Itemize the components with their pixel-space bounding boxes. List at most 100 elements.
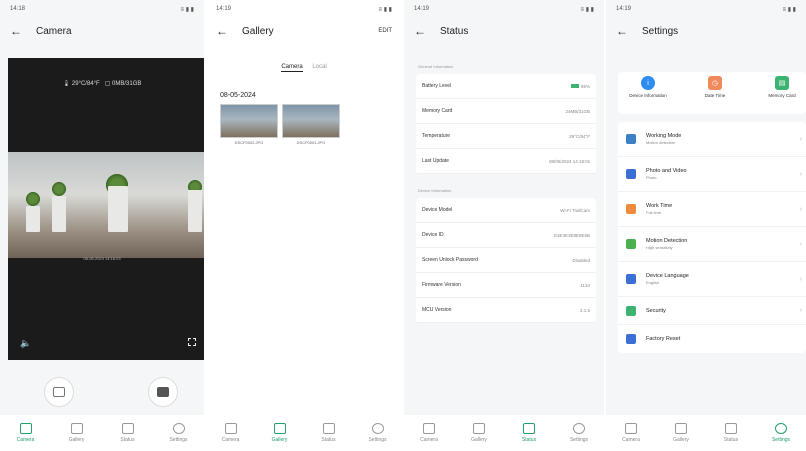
tab-bar: Camera Gallery Status Settings [606, 415, 806, 451]
settings-item-device-language[interactable]: Device Language English › [618, 262, 806, 297]
item-subtitle: Photo [646, 175, 657, 180]
tab-status[interactable]: Status [511, 423, 547, 443]
tab-gallery[interactable]: Gallery [663, 423, 699, 443]
settings-item-photo-video[interactable]: Photo and Video Photo › [618, 157, 806, 192]
info-key: MCU Version [422, 307, 452, 313]
tab-label: Settings [169, 437, 188, 443]
camera-header: ← Camera [0, 18, 204, 44]
item-subtitle: High sensitivity [646, 245, 673, 250]
settings-tab-icon [573, 423, 585, 434]
tab-label: Status [521, 437, 537, 443]
status-screen: 14:19 ≡ ▮ ▮ ← Status General Information … [404, 0, 604, 451]
page-title: Gallery [242, 25, 274, 37]
shield-icon [626, 305, 636, 316]
info-key: Device ID [422, 232, 444, 238]
photo-thumbnail[interactable] [282, 104, 340, 138]
status-icons: ≡ ▮ ▮ [180, 6, 194, 13]
back-arrow-icon[interactable]: ← [10, 24, 22, 38]
tab-settings[interactable]: Settings [561, 423, 597, 443]
gallery-tab-icon [675, 423, 687, 434]
chevron-right-icon: › [799, 307, 802, 314]
tab-bar: Camera Gallery Status Settings [0, 415, 204, 451]
plant-image [26, 192, 40, 206]
speaker-icon[interactable]: 🔈 [20, 338, 31, 349]
item-title: Motion Detection [646, 238, 688, 244]
shortcut-label: Device Information [629, 93, 667, 98]
tab-label: Camera [420, 437, 438, 443]
memory-card-shortcut[interactable]: ▤ Memory Card [760, 76, 804, 114]
status-tab-icon [523, 423, 535, 434]
camera-icon [157, 387, 169, 397]
reset-icon [626, 334, 636, 344]
tab-settings[interactable]: Settings [161, 423, 197, 443]
tab-camera[interactable]: Camera [411, 423, 447, 443]
tab-settings[interactable]: Settings [763, 423, 799, 443]
clock: 14:19 [216, 6, 232, 12]
tab-gallery[interactable]: Gallery [461, 423, 497, 443]
settings-item-security[interactable]: Security › [618, 297, 806, 325]
device-information-shortcut[interactable]: i Device Information [626, 76, 670, 114]
tab-camera[interactable]: Camera [613, 423, 649, 443]
snapshot-button[interactable] [148, 377, 178, 407]
settings-item-factory-reset[interactable]: Factory Reset [618, 325, 806, 353]
edit-button[interactable]: EDIT [378, 28, 392, 34]
info-row: MCU Version 2.1.5 [416, 298, 596, 323]
date-time-shortcut[interactable]: ◷ Date Time [693, 76, 737, 114]
tab-label: Settings [771, 437, 791, 443]
back-arrow-icon[interactable]: ← [216, 24, 228, 38]
info-key: Last Update [422, 158, 449, 164]
tab-gallery[interactable]: Gallery [59, 423, 95, 443]
shortcut-label: Date Time [704, 93, 726, 98]
back-arrow-icon[interactable]: ← [414, 24, 426, 38]
tab-label: Camera [622, 437, 640, 443]
tab-label: Gallery [271, 437, 288, 443]
photo-video-icon [626, 169, 636, 179]
info-key: Battery Level [422, 83, 452, 89]
tab-camera[interactable]: Camera [8, 423, 44, 443]
settings-item-work-time[interactable]: Work Time Full time › [618, 192, 806, 227]
tab-camera[interactable]: Camera [213, 423, 249, 443]
info-value: Disabled [572, 257, 590, 263]
gallery-tab-icon [70, 423, 83, 434]
segment-local[interactable]: Local [312, 64, 326, 70]
page-title: Status [440, 25, 469, 37]
sd-card-icon: ▤ [775, 76, 789, 90]
camera-info: 🌡 29°C/84°F ▢ 0MB/31GB [62, 81, 142, 87]
video-timestamp: 08-05-2024 14:18:23 [83, 256, 121, 261]
chevron-right-icon: › [799, 240, 802, 248]
record-button[interactable] [44, 377, 74, 407]
tab-status[interactable]: Status [713, 423, 749, 443]
info-key: Screen Unlock Password [422, 257, 478, 263]
video-icon [53, 387, 65, 397]
settings-item-working-mode[interactable]: Working Mode Motion detection › [618, 122, 806, 157]
settings-item-motion-detection[interactable]: Motion Detection High sensitivity › [618, 227, 806, 262]
status-icons: ≡ ▮ ▮ [580, 6, 594, 13]
settings-tab-icon [172, 423, 185, 434]
tab-gallery[interactable]: Gallery [262, 423, 298, 443]
back-arrow-icon[interactable]: ← [616, 24, 628, 38]
gallery-screen: 14:19 ≡ ▮ ▮ ← Gallery EDIT Camera Local 0… [206, 0, 402, 451]
device-info-card: Device Model Wi-Fi TrailCam Device ID E3E3… [416, 198, 596, 323]
item-title: Photo and Video [646, 168, 687, 174]
gallery-date: 08-05-2024 [220, 92, 256, 99]
tab-status[interactable]: Status [311, 423, 347, 443]
shortcut-label: Memory Card [768, 93, 796, 98]
photo-thumbnail[interactable] [220, 104, 278, 138]
clock: 14:18 [10, 6, 26, 12]
tab-status[interactable]: Status [110, 423, 146, 443]
pot-image [52, 196, 66, 232]
info-row: Temperature 29°C/84°F [416, 124, 596, 149]
status-bar: 14:18 ≡ ▮ ▮ [0, 0, 204, 18]
info-row: Battery Level 85% [416, 74, 596, 99]
file-name: DSCF0001.JPG [296, 140, 326, 145]
motion-detection-icon [626, 239, 636, 249]
gallery-header: ← Gallery EDIT [206, 18, 402, 44]
live-video[interactable] [8, 152, 204, 258]
info-row: Device Model Wi-Fi TrailCam [416, 198, 596, 223]
info-row: Last Update 08/05/2024 14:18:0s [416, 149, 596, 174]
tab-settings[interactable]: Settings [360, 423, 396, 443]
fullscreen-icon[interactable] [188, 338, 196, 346]
info-key: Temperature [422, 133, 451, 139]
info-row: Screen Unlock Password Disabled [416, 248, 596, 273]
segment-camera[interactable]: Camera [281, 64, 303, 72]
